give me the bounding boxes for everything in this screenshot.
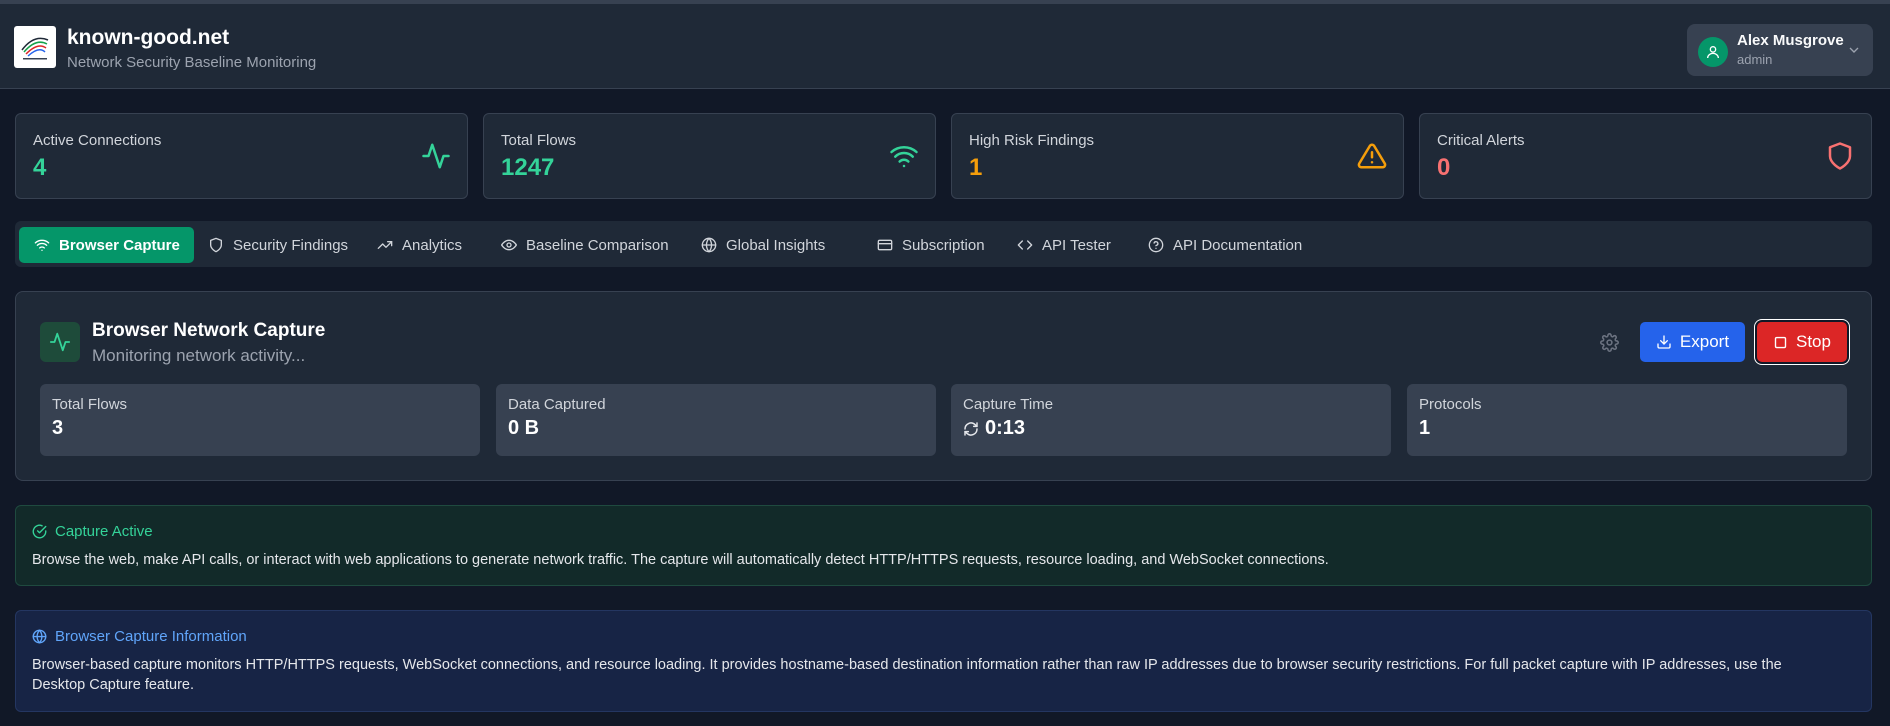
refresh-icon <box>964 421 978 436</box>
user-avatar <box>1698 37 1728 67</box>
activity-icon <box>49 332 71 352</box>
stat-value: 1247 <box>501 154 555 181</box>
notice-text-line-2: Desktop Capture feature. <box>32 677 195 693</box>
tab-label: API Documentation <box>1173 236 1303 254</box>
user-icon <box>1707 46 1719 59</box>
tab-baseline-comparison[interactable]: Baseline Comparison <box>486 227 683 263</box>
tab-analytics[interactable]: Analytics <box>362 227 476 263</box>
export-button[interactable]: Export <box>1640 322 1745 362</box>
capture-active-notice: Capture Active Browse the web, make API … <box>15 505 1872 586</box>
metric-value-text: 3 <box>52 417 64 439</box>
stat-value: 1 <box>969 154 983 181</box>
user-menu-button[interactable]: Alex Musgrove admin <box>1687 24 1873 76</box>
tab-label: API Tester <box>1042 236 1111 254</box>
notice-title-text: Capture Active <box>55 523 153 540</box>
site-logo[interactable] <box>14 26 56 68</box>
trending-up-icon <box>377 241 393 249</box>
notice-text-line-1: Browser-based capture monitors HTTP/HTTP… <box>32 657 1782 673</box>
notice-title-text: Browser Capture Information <box>55 628 247 645</box>
shield-icon <box>1828 142 1852 170</box>
wifi-icon <box>34 239 50 251</box>
capture-status: Monitoring network activity... <box>92 346 306 365</box>
stat-label: Active Connections <box>33 132 162 149</box>
site-tagline: Network Security Baseline Monitoring <box>67 54 317 71</box>
tab-global-insights[interactable]: Global Insights <box>686 227 839 263</box>
globe-icon <box>701 237 717 253</box>
credit-card-icon <box>877 239 893 251</box>
user-role: admin <box>1737 52 1773 67</box>
main-tabs: Browser Capture Security Findings Analyt… <box>15 221 1872 267</box>
stat-label: Total Flows <box>501 132 577 149</box>
tab-label: Browser Capture <box>59 236 180 254</box>
notice-text: Browse the web, make API calls, or inter… <box>32 552 1329 568</box>
stat-card-active-connections: Active Connections 4 <box>15 113 468 199</box>
metric-value-text: 0 B <box>508 417 540 439</box>
metric-value: 0 B <box>508 417 539 440</box>
stat-card-total-flows: Total Flows 1247 <box>483 113 936 199</box>
metric-capture-time: Capture Time 0:13 <box>951 384 1391 456</box>
metric-value: 1 <box>1419 417 1430 440</box>
metric-label: Data Captured <box>508 396 606 413</box>
tab-label: Subscription <box>902 236 985 254</box>
notice-title: Browser Capture Information <box>32 628 247 645</box>
stat-card-critical-alerts: Critical Alerts 0 <box>1419 113 1872 199</box>
help-circle-icon <box>1148 237 1164 253</box>
metric-protocols: Protocols 1 <box>1407 384 1847 456</box>
user-name: Alex Musgrove <box>1737 32 1844 49</box>
metric-value-text: 1 <box>1419 417 1431 439</box>
check-circle-icon <box>32 524 47 539</box>
metric-value: 0:13 <box>963 417 1025 440</box>
notice-title: Capture Active <box>32 523 153 540</box>
stat-label: High Risk Findings <box>969 132 1095 149</box>
capture-title: Browser Network Capture <box>92 320 326 341</box>
tab-subscription[interactable]: Subscription <box>862 227 999 263</box>
wifi-icon <box>890 145 918 168</box>
site-name: known-good.net <box>67 26 230 49</box>
stat-value: 4 <box>33 154 47 181</box>
capture-panel: Browser Network Capture Monitoring netwo… <box>15 291 1872 481</box>
metric-total-flows: Total Flows 3 <box>40 384 480 456</box>
metric-value: 3 <box>52 417 63 440</box>
metric-label: Capture Time <box>963 396 1054 413</box>
stat-card-high-risk-findings: High Risk Findings 1 <box>951 113 1404 199</box>
stat-value: 0 <box>1437 154 1451 181</box>
tab-label: Global Insights <box>726 236 826 254</box>
stat-label: Critical Alerts <box>1437 132 1525 149</box>
tab-label: Baseline Comparison <box>526 236 669 254</box>
code-icon <box>1017 240 1033 250</box>
capture-panel-icon <box>40 322 80 362</box>
tab-label: Analytics <box>402 236 463 254</box>
gear-icon[interactable] <box>1600 333 1619 352</box>
metric-label: Protocols <box>1419 396 1482 413</box>
stop-button[interactable]: Stop <box>1757 322 1847 362</box>
metric-data-captured: Data Captured 0 B <box>496 384 936 456</box>
tab-api-documentation[interactable]: API Documentation <box>1133 227 1316 263</box>
stop-label: Stop <box>1796 332 1831 351</box>
metric-label: Total Flows <box>52 396 128 413</box>
browser-capture-info-notice: Browser Capture Information Browser-base… <box>15 610 1872 712</box>
tab-security-findings[interactable]: Security Findings <box>193 227 362 263</box>
tab-browser-capture[interactable]: Browser Capture <box>19 227 194 263</box>
stop-square-icon <box>1774 336 1787 348</box>
tab-label: Security Findings <box>233 236 349 254</box>
download-icon <box>1657 335 1671 349</box>
globe-icon <box>32 629 47 644</box>
chevron-down-icon <box>1849 47 1859 53</box>
activity-icon <box>422 143 450 169</box>
metric-value-text: 0:13 <box>985 417 1026 439</box>
app-header: known-good.net Network Security Baseline… <box>0 0 1890 89</box>
warning-triangle-icon <box>1357 143 1387 169</box>
tab-api-tester[interactable]: API Tester <box>1002 227 1125 263</box>
eye-icon <box>501 239 517 251</box>
export-label: Export <box>1679 332 1730 351</box>
shield-icon <box>210 237 222 253</box>
